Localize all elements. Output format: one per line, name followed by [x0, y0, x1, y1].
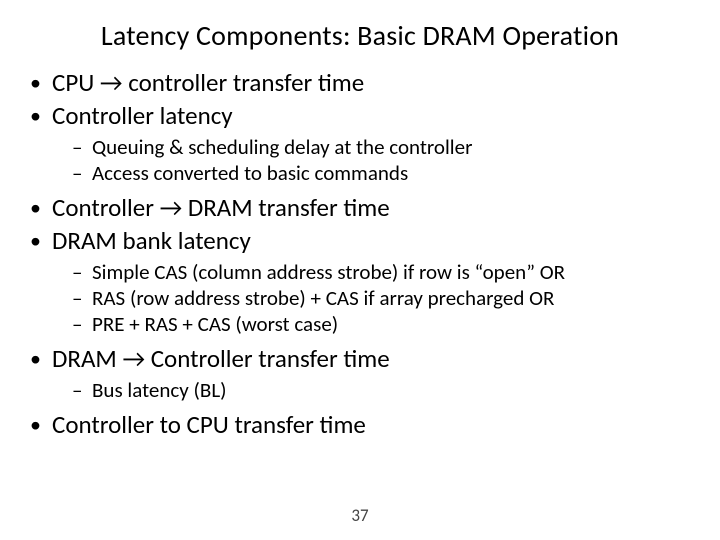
- sub-text: Simple CAS (column address strobe) if ro…: [92, 259, 565, 285]
- sub-item: Bus latency (BL): [76, 377, 692, 403]
- bullet-item: DRAM → Controller transfer time Bus late…: [36, 343, 692, 403]
- bullet-item: DRAM bank latency Simple CAS (column add…: [36, 225, 692, 337]
- bullet-item: Controller latency Queuing & scheduling …: [36, 100, 692, 186]
- sub-text: RAS (row address strobe) + CAS if array …: [92, 285, 554, 311]
- slide: Latency Components: Basic DRAM Operation…: [0, 0, 720, 540]
- sub-item: Simple CAS (column address strobe) if ro…: [76, 259, 692, 285]
- slide-title: Latency Components: Basic DRAM Operation: [28, 18, 692, 53]
- bullet-item: CPU → controller transfer time: [36, 67, 692, 98]
- bullet-list: CPU → controller transfer time Controlle…: [28, 67, 692, 440]
- page-number: 37: [0, 505, 720, 526]
- sub-text: PRE + RAS + CAS (worst case): [92, 311, 338, 337]
- sub-text: Bus latency (BL): [92, 377, 227, 403]
- sub-item: PRE + RAS + CAS (worst case): [76, 311, 692, 337]
- bullet-item: Controller to CPU transfer time: [36, 409, 692, 440]
- sub-list: Queuing & scheduling delay at the contro…: [36, 134, 692, 187]
- bullet-text: Controller → DRAM transfer time: [52, 192, 390, 223]
- bullet-text: DRAM bank latency: [52, 225, 251, 256]
- sub-item: Access converted to basic commands: [76, 160, 692, 186]
- bullet-text: Controller to CPU transfer time: [52, 409, 366, 440]
- sub-text: Queuing & scheduling delay at the contro…: [92, 134, 472, 160]
- sub-list: Simple CAS (column address strobe) if ro…: [36, 259, 692, 338]
- bullet-text: CPU → controller transfer time: [52, 67, 364, 98]
- bullet-item: Controller → DRAM transfer time: [36, 192, 692, 223]
- sub-item: RAS (row address strobe) + CAS if array …: [76, 285, 692, 311]
- bullet-text: Controller latency: [52, 100, 233, 131]
- sub-text: Access converted to basic commands: [92, 160, 408, 186]
- sub-list: Bus latency (BL): [36, 377, 692, 403]
- sub-item: Queuing & scheduling delay at the contro…: [76, 134, 692, 160]
- bullet-text: DRAM → Controller transfer time: [52, 343, 390, 374]
